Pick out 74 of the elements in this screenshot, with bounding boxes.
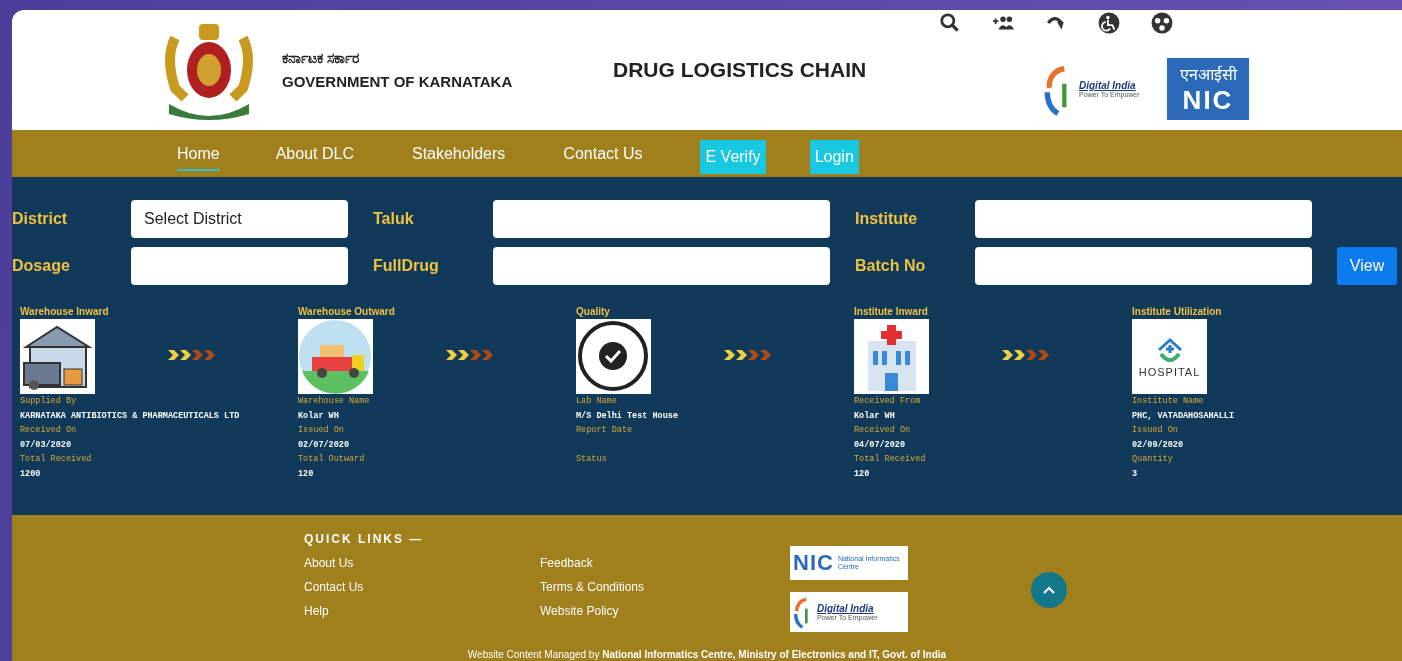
field-label: Received From: [854, 395, 922, 408]
footer-link[interactable]: Website Policy: [540, 604, 776, 618]
quick-links-title: QUICK LINKS —: [304, 532, 425, 546]
field-value: 02/09/2020: [1132, 438, 1184, 452]
nav-button[interactable]: E Verify: [700, 139, 766, 174]
delivery-truck-icon: [298, 319, 373, 394]
input-field[interactable]: Select District: [131, 200, 348, 238]
footer-link[interactable]: Feedback: [540, 556, 776, 570]
stage-title: Institute Inward: [854, 306, 929, 317]
input-field[interactable]: [131, 247, 348, 285]
chevron-up-icon: [1043, 586, 1055, 594]
search-icon[interactable]: [939, 12, 961, 34]
field-label: Issued On: [298, 424, 345, 438]
view-button[interactable]: View: [1337, 247, 1397, 285]
contrast-icon[interactable]: [1151, 12, 1173, 34]
footer-link[interactable]: Help: [304, 604, 540, 618]
field-label: Total Received: [854, 453, 927, 467]
field-value: M/S Delhi Test House: [576, 409, 680, 423]
field-value: 120: [854, 467, 871, 481]
site-title: DRUG LOGISTICS CHAIN: [613, 58, 868, 82]
state-name-kannada: ಕರ್ನಾಟಕ ಸರ್ಕಾರ: [282, 50, 360, 67]
hospital-logo: HOSPITAL: [1132, 319, 1207, 394]
field-label: Issued On: [1132, 424, 1179, 438]
field-label: Total Received: [20, 453, 93, 467]
nav-link[interactable]: Home: [177, 136, 220, 171]
input-field[interactable]: [975, 200, 1312, 238]
field-label: Total Outward: [298, 453, 366, 467]
stage-title: Quality: [576, 306, 611, 317]
field-value: KARNATAKA ANTIBIOTICS & PHARMACEUTICALS LTD: [20, 409, 241, 423]
warehouse-truck-icon: [20, 319, 95, 394]
field-label: Received On: [854, 424, 912, 438]
field-label: Report Date: [576, 424, 634, 438]
input-field[interactable]: [975, 247, 1312, 285]
field-value: 120: [298, 467, 315, 481]
field-label: Warehouse Name: [298, 395, 371, 408]
accessibility-icon[interactable]: [1098, 12, 1120, 34]
field-value: Kolar WH: [298, 409, 340, 423]
nav-link[interactable]: Contact Us: [563, 136, 643, 171]
footer-link[interactable]: Terms & Conditions: [540, 580, 776, 594]
approved-stamp-icon: [576, 319, 651, 394]
credit-text: Website Content Managed by National Informatics Centre, Ministry of Electronics and IT, Govt. of India: [467, 649, 947, 661]
field-value: 02/07/2020: [298, 438, 350, 452]
nic-logo: एनआईसी NIC: [1167, 58, 1249, 120]
field-value: 3: [1132, 467, 1139, 481]
input-field[interactable]: [493, 247, 830, 285]
field-label: Lab Name: [576, 395, 618, 408]
field-label: Institute Name: [1132, 395, 1205, 408]
footer-link[interactable]: Contact Us: [304, 580, 540, 594]
filter-label: Institute: [854, 210, 919, 228]
footer-link[interactable]: About Us: [304, 556, 540, 570]
input-field[interactable]: [493, 200, 830, 238]
filter-label: Taluk: [372, 210, 415, 228]
field-value: PHC, VATADAHOSAHALLI: [1132, 409, 1236, 423]
filter-label: Batch No: [854, 257, 927, 275]
nav-button[interactable]: Login: [809, 139, 859, 174]
field-value: 07/03/2020: [20, 438, 72, 452]
scroll-to-top-button[interactable]: [1031, 572, 1067, 608]
state-name: GOVERNMENT OF KARNATAKA: [282, 73, 513, 90]
stage-title: Warehouse Outward: [298, 306, 396, 317]
filter-label: FullDrug: [372, 257, 440, 275]
nav-link[interactable]: About DLC: [275, 136, 354, 171]
field-label: Supplied By: [20, 395, 78, 408]
field-value: Kolar WH: [854, 409, 896, 423]
filter-label: Dosage: [12, 257, 71, 275]
filter-label: District: [12, 210, 69, 228]
field-value: 04/07/2020: [854, 438, 906, 452]
field-label: Received On: [20, 424, 78, 438]
stage-title: Warehouse Inward: [20, 306, 110, 317]
hospital-building-icon: [854, 319, 929, 394]
field-label: Quantity: [1132, 453, 1174, 467]
stage-title: Institute Utilization: [1132, 306, 1223, 317]
nav-link[interactable]: Stakeholders: [411, 136, 506, 171]
field-value: 1200: [20, 467, 42, 481]
field-label: Status: [576, 453, 608, 467]
